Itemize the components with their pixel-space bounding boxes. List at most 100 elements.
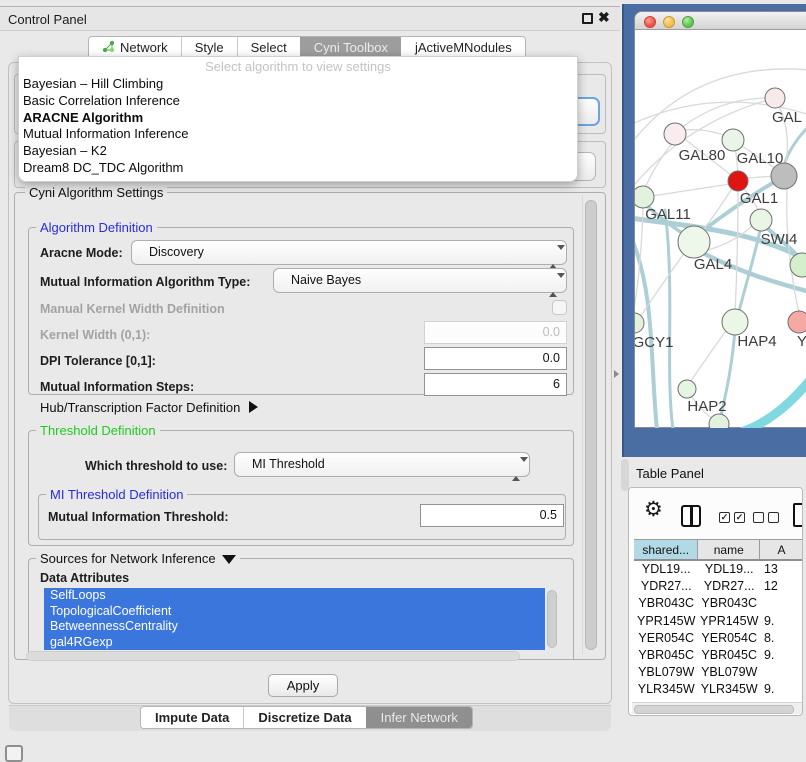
hub-section-toggle[interactable]: Hub/Transcription Factor Definition (40, 400, 258, 415)
close-panel-icon[interactable]: ✖ (598, 9, 610, 26)
network-node-y[interactable] (788, 311, 806, 333)
network-edge[interactable] (635, 98, 775, 190)
node-label-hap2: HAP2 (687, 398, 726, 415)
export-table-icon[interactable] (793, 503, 803, 527)
attribute-item-betweennesscentrality[interactable]: BetweennessCentrality (44, 619, 545, 635)
network-node-gal4[interactable] (678, 226, 710, 258)
table-row[interactable]: YBR043CYBR043C (634, 595, 803, 612)
table-cell: YBR043C (634, 595, 698, 612)
tab-jactivemnodules[interactable]: jActiveMNodules (401, 37, 525, 58)
mi-steps-input[interactable]: 6 (424, 373, 567, 396)
minimized-panel-icon[interactable] (5, 745, 23, 762)
data-attributes-list[interactable]: SelfLoopsTopologicalCoefficientBetweenne… (44, 588, 545, 650)
table-row[interactable]: YBR045CYBR045C9. (634, 647, 803, 664)
attribute-item-selfloops[interactable]: SelfLoops (44, 588, 545, 604)
dpi-tolerance-input[interactable]: 0.0 (424, 347, 567, 370)
network-node-hap2[interactable] (678, 380, 696, 398)
algorithm-option-mutual-information-inference[interactable]: Mutual Information Inference (19, 126, 577, 143)
unchecked-box-icon (768, 512, 779, 523)
network-node-gal1[interactable] (728, 171, 748, 191)
sources-group-title[interactable]: Sources for Network Inference (36, 551, 240, 566)
algorithm-option-basic-correlation-inference[interactable]: Basic Correlation Inference (19, 93, 577, 110)
table-row[interactable]: YLR345WYLR345W9. (634, 681, 803, 698)
network-canvas[interactable]: GALGAL80GAL10GAL1GAL11SWI4GAL4GCY1HAP4YH… (635, 30, 806, 428)
checked-box-icon: ✓ (734, 512, 745, 523)
network-edge[interactable] (645, 142, 673, 188)
column-header-name[interactable]: name (698, 540, 760, 559)
algorithm-option-bayesian-k2[interactable]: Bayesian – K2 (19, 143, 577, 160)
algorithm-option-dream8-dc-tdc-algorithm[interactable]: Dream8 DC_TDC Algorithm (19, 160, 577, 177)
network-node-gal80[interactable] (664, 123, 686, 145)
aracne-mode-combobox[interactable]: Discovery (131, 240, 567, 265)
network-edge[interactable] (665, 210, 673, 428)
table-cell: YBR043C (698, 595, 760, 612)
network-node-hap4[interactable] (722, 309, 748, 335)
tab-style[interactable]: Style (181, 37, 237, 58)
gear-icon[interactable]: ⚙ (644, 497, 663, 522)
node-label-gal11: GAL11 (645, 206, 691, 223)
table-hscrollbar-thumb[interactable] (634, 705, 794, 714)
kernel-width-input[interactable]: 0.0 (424, 321, 567, 344)
which-threshold-label: Which threshold to use: (85, 459, 227, 473)
settings-scrollbar-track (582, 196, 583, 654)
network-edge[interactable] (735, 380, 806, 428)
network-edge[interactable] (652, 184, 730, 196)
attribute-item-topologicalcoefficient[interactable]: TopologicalCoefficient (44, 604, 545, 620)
network-window-titlebar[interactable] (635, 12, 806, 30)
table-row[interactable]: YDR27...YDR27...12 (634, 578, 803, 595)
network-node-gcy1[interactable] (635, 313, 644, 333)
tab-label: Style (195, 40, 224, 55)
network-node-unlabeled[interactable] (709, 414, 729, 428)
network-edge[interactable] (746, 176, 773, 178)
attribute-item-gal4rgexp[interactable]: gal4RGexp (44, 635, 545, 651)
mi-threshold-input[interactable]: 0.5 (420, 504, 564, 527)
table-row[interactable]: YDL19...YDL19...13 (634, 561, 803, 578)
tab-infer-network[interactable]: Infer Network (366, 707, 472, 728)
node-label-gal10: GAL10 (737, 150, 784, 167)
algorithm-option-aracne-algorithm[interactable]: ARACNE Algorithm (19, 110, 577, 127)
network-node-swi4[interactable] (750, 209, 772, 231)
network-node-gal11[interactable] (635, 186, 654, 208)
unchecked-box-icon (753, 512, 764, 523)
float-panel-icon[interactable] (582, 13, 593, 24)
table-row[interactable]: YER054CYER054C8. (634, 630, 803, 647)
algorithm-option-bayesian-hill-climbing[interactable]: Bayesian – Hill Climbing (19, 76, 577, 93)
column-header-shared-[interactable]: shared... (634, 540, 698, 559)
tab-select[interactable]: Select (237, 37, 300, 58)
mi-type-combobox[interactable]: Naive Bayes (273, 268, 567, 293)
settings-hscrollbar-thumb[interactable] (26, 651, 520, 661)
network-edge[interactable] (785, 125, 806, 163)
table-row[interactable]: YBL079WYBL079W (634, 664, 803, 681)
close-window-icon[interactable] (644, 16, 656, 28)
table-cell: YER054C (698, 630, 760, 647)
mi-type-label: Mutual Information Algorithm Type: (40, 275, 250, 289)
splitter-collapse-arrow[interactable] (614, 370, 619, 378)
tab-network[interactable]: Network (89, 37, 181, 58)
which-threshold-combobox[interactable]: MI Threshold (234, 452, 530, 477)
right-pane-scrollbar-fragment[interactable] (621, 459, 629, 491)
minimize-window-icon[interactable] (663, 16, 675, 28)
apply-button[interactable]: Apply (268, 674, 338, 697)
tab-discretize-data[interactable]: Discretize Data (243, 707, 365, 728)
network-edge[interactable] (691, 328, 728, 381)
network-node-gal[interactable] (765, 88, 785, 108)
settings-scrollbar-thumb[interactable] (585, 200, 597, 650)
table-row[interactable]: YPR145WYPR145W9. (634, 613, 803, 630)
table-cell: YER054C (634, 630, 698, 647)
manual-kernel-checkbox[interactable] (552, 300, 567, 315)
column-header-a[interactable]: A (760, 540, 803, 559)
zoom-window-icon[interactable] (682, 16, 694, 28)
attributes-scrollbar-thumb[interactable] (547, 590, 557, 648)
tab-cyni-toolbox[interactable]: Cyni Toolbox (300, 37, 401, 58)
tab-impute-data[interactable]: Impute Data (141, 707, 243, 728)
table-hscrollbar[interactable] (632, 702, 802, 714)
show-columns-icon[interactable] (681, 505, 701, 527)
mi-steps-label: Mutual Information Steps: (40, 380, 194, 394)
unselect-all-columns-icon[interactable] (753, 512, 779, 523)
table-row[interactable]: YIL052CYIL052C0. (634, 699, 803, 702)
network-edge[interactable] (703, 187, 733, 230)
select-all-columns-icon[interactable]: ✓✓ (719, 512, 745, 523)
network-node-gal10[interactable] (722, 129, 744, 151)
table-cell: YDR27... (698, 578, 760, 595)
network-node-unlabeled[interactable] (771, 163, 797, 189)
